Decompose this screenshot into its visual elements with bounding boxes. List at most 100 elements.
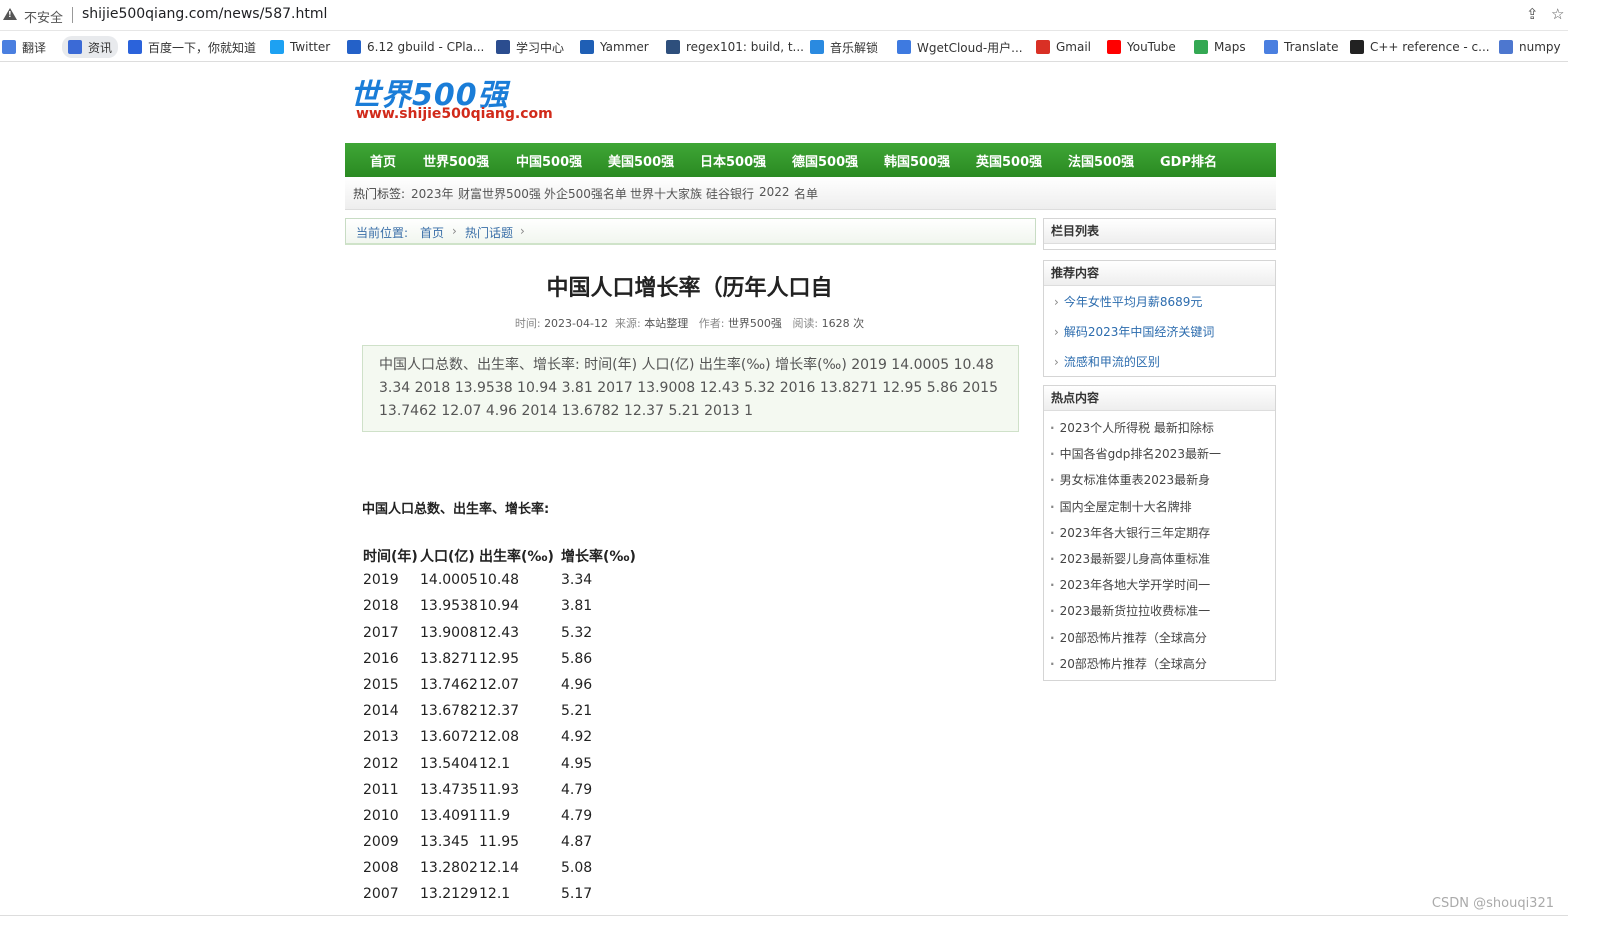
hot-item[interactable]: 2023最新婴儿身高体重标准 xyxy=(1050,550,1211,567)
bookmark-item[interactable]: WgetCloud-用户... xyxy=(897,38,1023,56)
hot-tag[interactable]: 财富世界500强 xyxy=(458,185,541,202)
bookmark-item[interactable]: numpy xyxy=(1499,38,1561,56)
bookmark-label: 翻译 xyxy=(22,40,47,55)
table-cell: 12.1 xyxy=(479,886,511,903)
table-cell: 4.96 xyxy=(561,676,593,693)
nav-item[interactable]: GDP排名 xyxy=(1160,151,1217,170)
insecure-label[interactable]: 不安全 xyxy=(24,7,63,26)
table-header-cell: 人口(亿) xyxy=(420,549,475,565)
hot-item[interactable]: 2023年各地大学开学时间一 xyxy=(1050,576,1211,593)
hot-item[interactable]: 20部恐怖片推荐（全球高分 xyxy=(1050,655,1207,672)
bookmark-item[interactable]: 翻译 xyxy=(2,38,46,56)
main-nav: 首页 世界500强 中国500强 美国500强 日本500强 德国500强 韩国500强 英国… xyxy=(345,143,1276,177)
recommend-item[interactable]: 今年女性平均月薪8689元 xyxy=(1054,293,1203,310)
bookmark-item[interactable]: C++ reference - c... xyxy=(1350,38,1490,56)
nav-item[interactable]: 中国500强 xyxy=(516,151,582,170)
nav-item[interactable]: 世界500强 xyxy=(423,151,489,170)
hot-item[interactable]: 2023最新货拉拉收费标准一 xyxy=(1050,602,1211,619)
section-heading: 中国人口总数、出生率、增长率: xyxy=(362,502,550,517)
table-cell: 14.0005 xyxy=(420,572,478,589)
recommend-box: 推荐内容 今年女性平均月薪8689元解码2023年中国经济关键词流感和甲流的区别 xyxy=(1043,260,1276,377)
hot-item[interactable]: 20部恐怖片推荐（全球高分 xyxy=(1050,629,1207,646)
breadcrumb-label: 当前位置: xyxy=(356,226,409,240)
table-cell: 10.48 xyxy=(479,572,520,589)
table-cell: 13.9538 xyxy=(420,598,478,615)
column-list-box: 栏目列表 xyxy=(1043,218,1276,250)
hot-tag[interactable]: 世界十大家族 xyxy=(630,185,702,202)
url-text[interactable]: shijie500qiang.com/news/587.html xyxy=(82,6,327,22)
bookmark-label: WgetCloud-用户... xyxy=(917,40,1023,55)
breadcrumb-home[interactable]: 首页 xyxy=(420,224,444,241)
hot-tag[interactable]: 外企500强名单 xyxy=(544,185,627,202)
bookmark-item[interactable]: regex101: build, t... xyxy=(666,38,804,56)
bookmark-item[interactable]: 百度一下，你就知道 xyxy=(128,38,256,56)
bookmark-item[interactable]: 6.12 gbuild - CPla... xyxy=(347,38,484,56)
bookmark-label: 资讯 xyxy=(88,40,113,55)
table-cell: 12.37 xyxy=(479,703,520,720)
bookmark-item[interactable]: Twitter xyxy=(270,38,330,56)
bookmark-label: 百度一下，你就知道 xyxy=(148,40,257,55)
nav-item[interactable]: 德国500强 xyxy=(792,151,858,170)
table-cell: 2008 xyxy=(363,860,399,877)
bookmark-label: YouTube xyxy=(1127,40,1176,54)
table-cell: 13.2129 xyxy=(420,886,478,903)
bookmark-item[interactable]: Translate xyxy=(1264,38,1339,56)
table-cell: 5.08 xyxy=(561,860,593,877)
gmail-icon xyxy=(1036,40,1050,54)
table-cell: 12.43 xyxy=(479,624,520,641)
nav-item[interactable]: 首页 xyxy=(370,151,396,170)
nav-item[interactable]: 美国500强 xyxy=(608,151,674,170)
nav-item[interactable]: 韩国500强 xyxy=(884,151,950,170)
recommend-item[interactable]: 流感和甲流的区别 xyxy=(1054,353,1160,370)
table-cell: 13.345 xyxy=(420,834,469,851)
table-cell: 12.95 xyxy=(479,650,520,667)
table-cell: 2017 xyxy=(363,624,399,641)
nav-item[interactable]: 英国500强 xyxy=(976,151,1042,170)
chevron-right-icon: › xyxy=(452,224,457,238)
warning-icon[interactable] xyxy=(3,8,17,20)
meta-reads-label: 阅读: xyxy=(792,317,819,330)
maps-icon xyxy=(1194,40,1208,54)
hot-tag[interactable]: 名单 xyxy=(794,185,818,202)
hot-item[interactable]: 2023个人所得税 最新扣除标 xyxy=(1050,419,1214,436)
hot-tag[interactable]: 2023年 xyxy=(411,185,454,202)
bookmark-label: 音乐解锁 xyxy=(830,40,879,55)
bookmark-label: C++ reference - c... xyxy=(1370,40,1490,54)
meta-reads: 1628 次 xyxy=(821,317,865,330)
hot-tags-bar: 热门标签: 2023年 财富世界500强 外企500强名单 世界十大家族 硅谷银行 202… xyxy=(345,177,1276,210)
bookmark-item[interactable]: 资讯 xyxy=(62,36,119,58)
hot-tag[interactable]: 2022 xyxy=(759,185,790,199)
hot-box: 热点内容 2023个人所得税 最新扣除标中国各省gdp排名2023最新一男女标准… xyxy=(1043,385,1276,681)
bookmark-item[interactable]: Yammer xyxy=(580,38,649,56)
hot-item[interactable]: 2023年各大银行三年定期存 xyxy=(1050,524,1211,541)
cpp-icon xyxy=(1350,40,1364,54)
bookmark-label: Gmail xyxy=(1056,40,1092,54)
hot-tag[interactable]: 硅谷银行 xyxy=(706,185,754,202)
bottom-divider xyxy=(0,915,1568,916)
table-cell: 12.07 xyxy=(479,676,520,693)
table-cell: 3.81 xyxy=(561,598,593,615)
address-bar[interactable]: 不安全 shijie500qiang.com/news/587.html ⇪ ☆ xyxy=(0,0,1568,31)
hot-item[interactable]: 国内全屋定制十大名牌排 xyxy=(1050,498,1192,515)
nav-item[interactable]: 日本500强 xyxy=(700,151,766,170)
bookmark-item[interactable]: Maps xyxy=(1194,38,1246,56)
news-icon xyxy=(68,40,82,54)
hot-item[interactable]: 男女标准体重表2023最新身 xyxy=(1050,471,1211,488)
meta-author: 世界500强 xyxy=(727,317,782,330)
share-icon[interactable]: ⇪ xyxy=(1526,5,1539,23)
hot-title: 热点内容 xyxy=(1044,386,1275,411)
bookmark-item[interactable]: 学习中心 xyxy=(496,38,564,56)
twitter-icon xyxy=(270,40,284,54)
breadcrumb-hot-topics[interactable]: 热门话题 xyxy=(465,224,513,241)
nav-item[interactable]: 法国500强 xyxy=(1068,151,1134,170)
youtube-icon xyxy=(1107,40,1121,54)
table-cell: 5.86 xyxy=(561,650,593,667)
star-icon[interactable]: ☆ xyxy=(1551,5,1564,23)
bookmark-item[interactable]: YouTube xyxy=(1107,38,1176,56)
hot-item[interactable]: 中国各省gdp排名2023最新一 xyxy=(1050,445,1221,462)
site-logo-url[interactable]: www.shijie500qiang.com xyxy=(356,106,553,122)
table-cell: 2015 xyxy=(363,676,399,693)
recommend-item[interactable]: 解码2023年中国经济关键词 xyxy=(1054,323,1215,340)
bookmark-item[interactable]: 音乐解锁 xyxy=(810,38,878,56)
bookmark-item[interactable]: Gmail xyxy=(1036,38,1091,56)
